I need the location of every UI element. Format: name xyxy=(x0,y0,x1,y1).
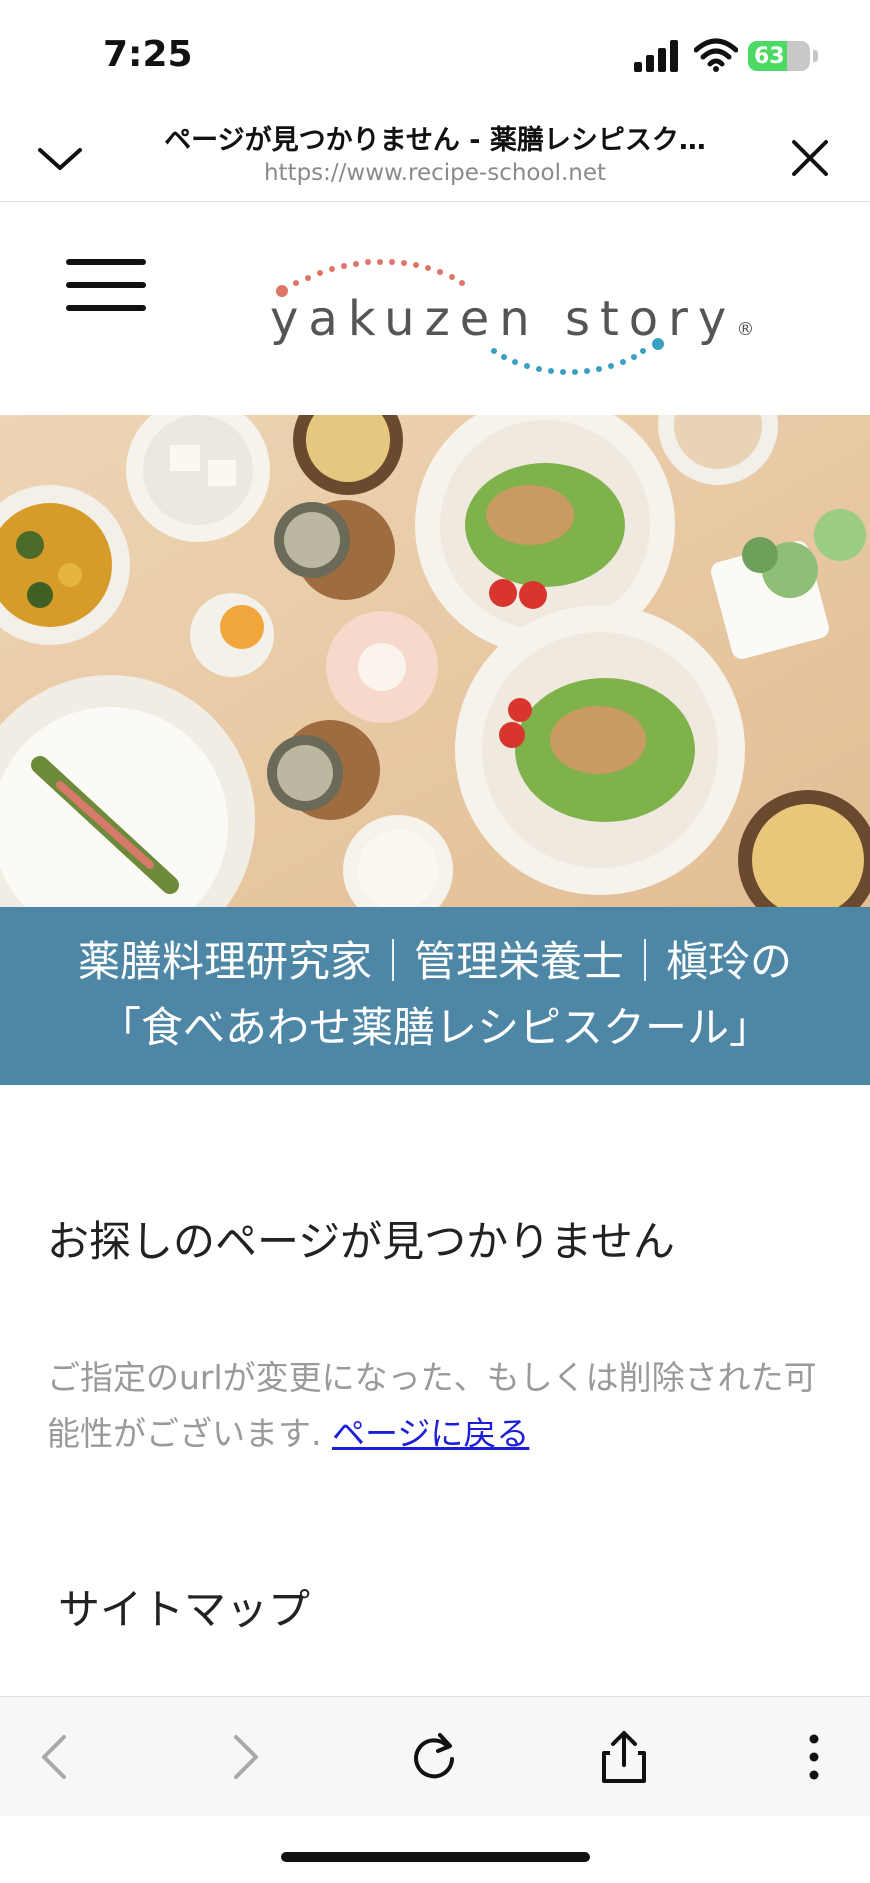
site-logo[interactable]: yakuzen story® xyxy=(268,253,754,393)
banner-line-1: 薬膳料理研究家｜管理栄養士｜槇玲の xyxy=(77,937,792,986)
battery-cap xyxy=(813,50,818,62)
battery-level: 63 xyxy=(754,44,785,69)
reload-icon[interactable] xyxy=(404,1727,464,1787)
battery-icon: 63 xyxy=(748,41,810,71)
close-icon[interactable] xyxy=(786,134,834,182)
page-url: https://www.recipe-school.net xyxy=(263,160,607,186)
wifi-icon xyxy=(694,38,738,72)
more-vertical-icon[interactable] xyxy=(784,1727,844,1787)
status-time: 7:25 xyxy=(103,34,193,75)
banner-line-2: 「食べあわせ薬膳レシピスクール」 xyxy=(98,1003,771,1052)
chevron-down-icon[interactable] xyxy=(36,134,84,182)
not-found-heading: お探しのページが見つかりません xyxy=(47,1217,675,1266)
cellular-signal-icon xyxy=(634,40,678,72)
share-icon[interactable] xyxy=(594,1727,654,1787)
hero-image xyxy=(0,415,870,907)
logo-text: yakuzen story® xyxy=(270,291,755,347)
not-found-description: ご指定のurlが変更になった、もしくは削除された可能性がございます. ページに戻… xyxy=(47,1350,827,1462)
chevron-left-icon[interactable] xyxy=(26,1727,86,1787)
back-to-page-link[interactable]: ページに戻る xyxy=(332,1414,529,1453)
browser-header: ページが見つかりません - 薬膳レシピスク… https://www.recip… xyxy=(0,110,870,202)
hamburger-menu-icon[interactable] xyxy=(66,259,146,311)
site-header: yakuzen story® xyxy=(0,203,870,415)
browser-toolbar xyxy=(0,1696,870,1816)
status-bar: 7:25 63 xyxy=(0,0,870,110)
home-indicator xyxy=(281,1852,590,1862)
chevron-right-icon[interactable] xyxy=(214,1727,274,1787)
site-banner: 薬膳料理研究家｜管理栄養士｜槇玲の 「食べあわせ薬膳レシピスクール」 xyxy=(0,907,870,1085)
page-title: ページが見つかりません - 薬膳レシピスク… xyxy=(164,125,706,156)
food-table-illustration xyxy=(0,415,870,907)
sitemap-heading: サイトマップ xyxy=(58,1585,311,1634)
